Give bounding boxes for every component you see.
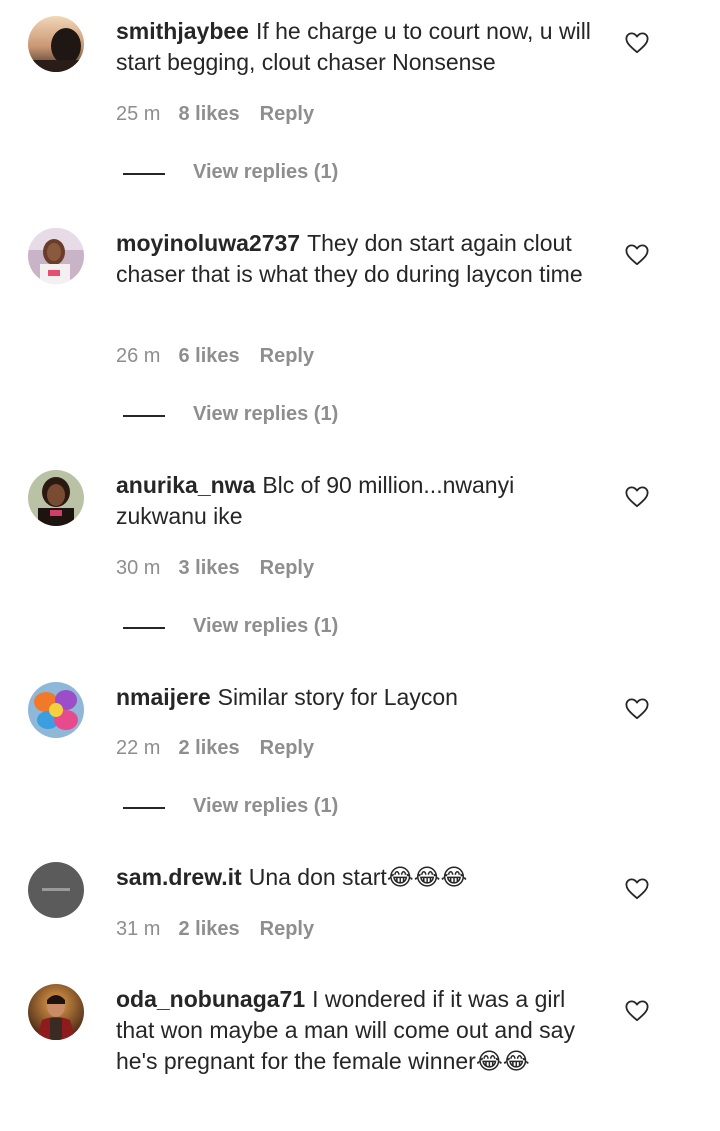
view-replies-divider <box>123 173 165 175</box>
view-replies-button[interactable]: View replies (1) <box>123 613 383 643</box>
user-avatar[interactable] <box>28 862 84 918</box>
user-avatar[interactable] <box>28 682 84 738</box>
comment-timestamp: 22 m <box>116 737 161 759</box>
view-replies-divider <box>123 807 165 809</box>
view-replies-label[interactable]: View replies (1) <box>193 795 338 818</box>
view-replies-divider <box>123 415 165 417</box>
view-replies-label[interactable]: View replies (1) <box>193 403 338 426</box>
view-replies-button[interactable]: View replies (1) <box>123 159 383 189</box>
heart-outline-icon[interactable] <box>625 32 649 54</box>
comment-meta: 22 m 2 likes Reply <box>116 736 314 760</box>
comment-timestamp: 25 m <box>116 103 161 125</box>
view-replies-button[interactable]: View replies (1) <box>123 401 383 431</box>
comment-likes-count[interactable]: 2 likes <box>178 736 239 760</box>
heart-outline-icon[interactable] <box>625 244 649 266</box>
comment-body: nmaijere Similar story for Laycon <box>116 682 596 713</box>
comment-body: anurika_nwa Blc of 90 million...nwanyi zu… <box>116 470 596 532</box>
comment-meta: 31 m 2 likes Reply <box>116 917 314 941</box>
comment-meta: 26 m 6 likes Reply <box>116 344 314 368</box>
comment-likes-count[interactable]: 3 likes <box>178 556 239 580</box>
comment-username[interactable]: anurika_nwa <box>116 472 255 498</box>
heart-outline-icon[interactable] <box>625 698 649 720</box>
reply-button[interactable]: Reply <box>260 102 314 126</box>
reply-button[interactable]: Reply <box>260 917 314 941</box>
comment-timestamp: 30 m <box>116 557 161 579</box>
heart-outline-icon[interactable] <box>625 486 649 508</box>
user-avatar[interactable] <box>28 16 84 72</box>
view-replies-button[interactable]: View replies (1) <box>123 793 383 823</box>
comment-timestamp: 26 m <box>116 345 161 367</box>
comment-text: Similar story for Laycon <box>217 684 458 710</box>
comment-username[interactable]: sam.drew.it <box>116 864 242 890</box>
view-replies-label[interactable]: View replies (1) <box>193 615 338 638</box>
comment-text: Una don start😂😂😂 <box>248 864 468 890</box>
comment-username[interactable]: moyinoluwa2737 <box>116 230 300 256</box>
comment-username[interactable]: smithjaybee <box>116 18 249 44</box>
reply-button[interactable]: Reply <box>260 736 314 760</box>
user-avatar[interactable] <box>28 470 84 526</box>
comment-likes-count[interactable]: 2 likes <box>178 917 239 941</box>
comment-timestamp: 31 m <box>116 918 161 940</box>
comment-body: smithjaybee If he charge u to court now, … <box>116 16 596 78</box>
heart-outline-icon[interactable] <box>625 878 649 900</box>
heart-outline-icon[interactable] <box>625 1000 649 1022</box>
user-avatar[interactable] <box>28 228 84 284</box>
comment-meta: 25 m 8 likes Reply <box>116 102 314 126</box>
comment-body: sam.drew.it Una don start😂😂😂 <box>116 862 596 893</box>
comment-body: moyinoluwa2737 They don start again clout… <box>116 228 596 290</box>
reply-button[interactable]: Reply <box>260 344 314 368</box>
reply-button[interactable]: Reply <box>260 556 314 580</box>
user-avatar[interactable] <box>28 984 84 1040</box>
comment-meta: 30 m 3 likes Reply <box>116 556 314 580</box>
view-replies-divider <box>123 627 165 629</box>
comment-username[interactable]: oda_nobunaga71 <box>116 986 305 1012</box>
comment-likes-count[interactable]: 6 likes <box>178 344 239 368</box>
comment-likes-count[interactable]: 8 likes <box>178 102 239 126</box>
view-replies-label[interactable]: View replies (1) <box>193 161 338 184</box>
comment-username[interactable]: nmaijere <box>116 684 211 710</box>
comment-body: oda_nobunaga71 I wondered if it was a gir… <box>116 984 596 1077</box>
